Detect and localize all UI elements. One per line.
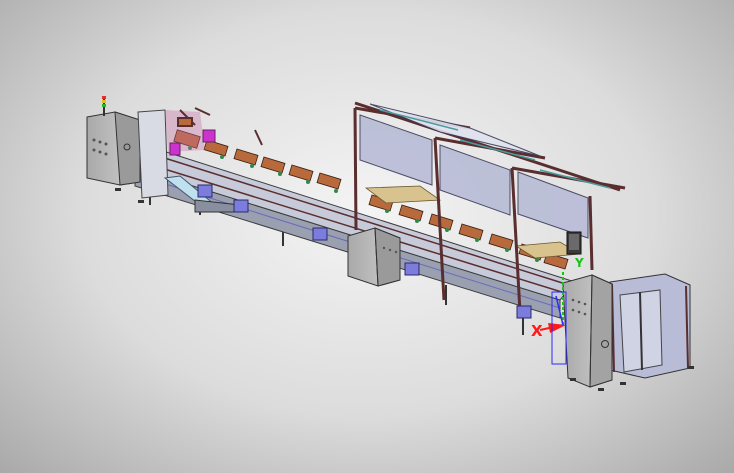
- cad-viewport[interactable]: X Y: [0, 0, 734, 473]
- assembly-line-model[interactable]: [0, 0, 734, 473]
- middle-control-cabinet[interactable]: [347, 227, 401, 287]
- hmi-screen[interactable]: [566, 231, 582, 255]
- right-control-cabinet[interactable]: [562, 274, 613, 388]
- right-station-frame: [609, 273, 691, 379]
- y-axis-label: Y: [575, 256, 584, 270]
- left-control-cabinet[interactable]: [86, 96, 141, 186]
- x-axis-label: X: [531, 322, 543, 340]
- gantry-panels: [359, 103, 589, 239]
